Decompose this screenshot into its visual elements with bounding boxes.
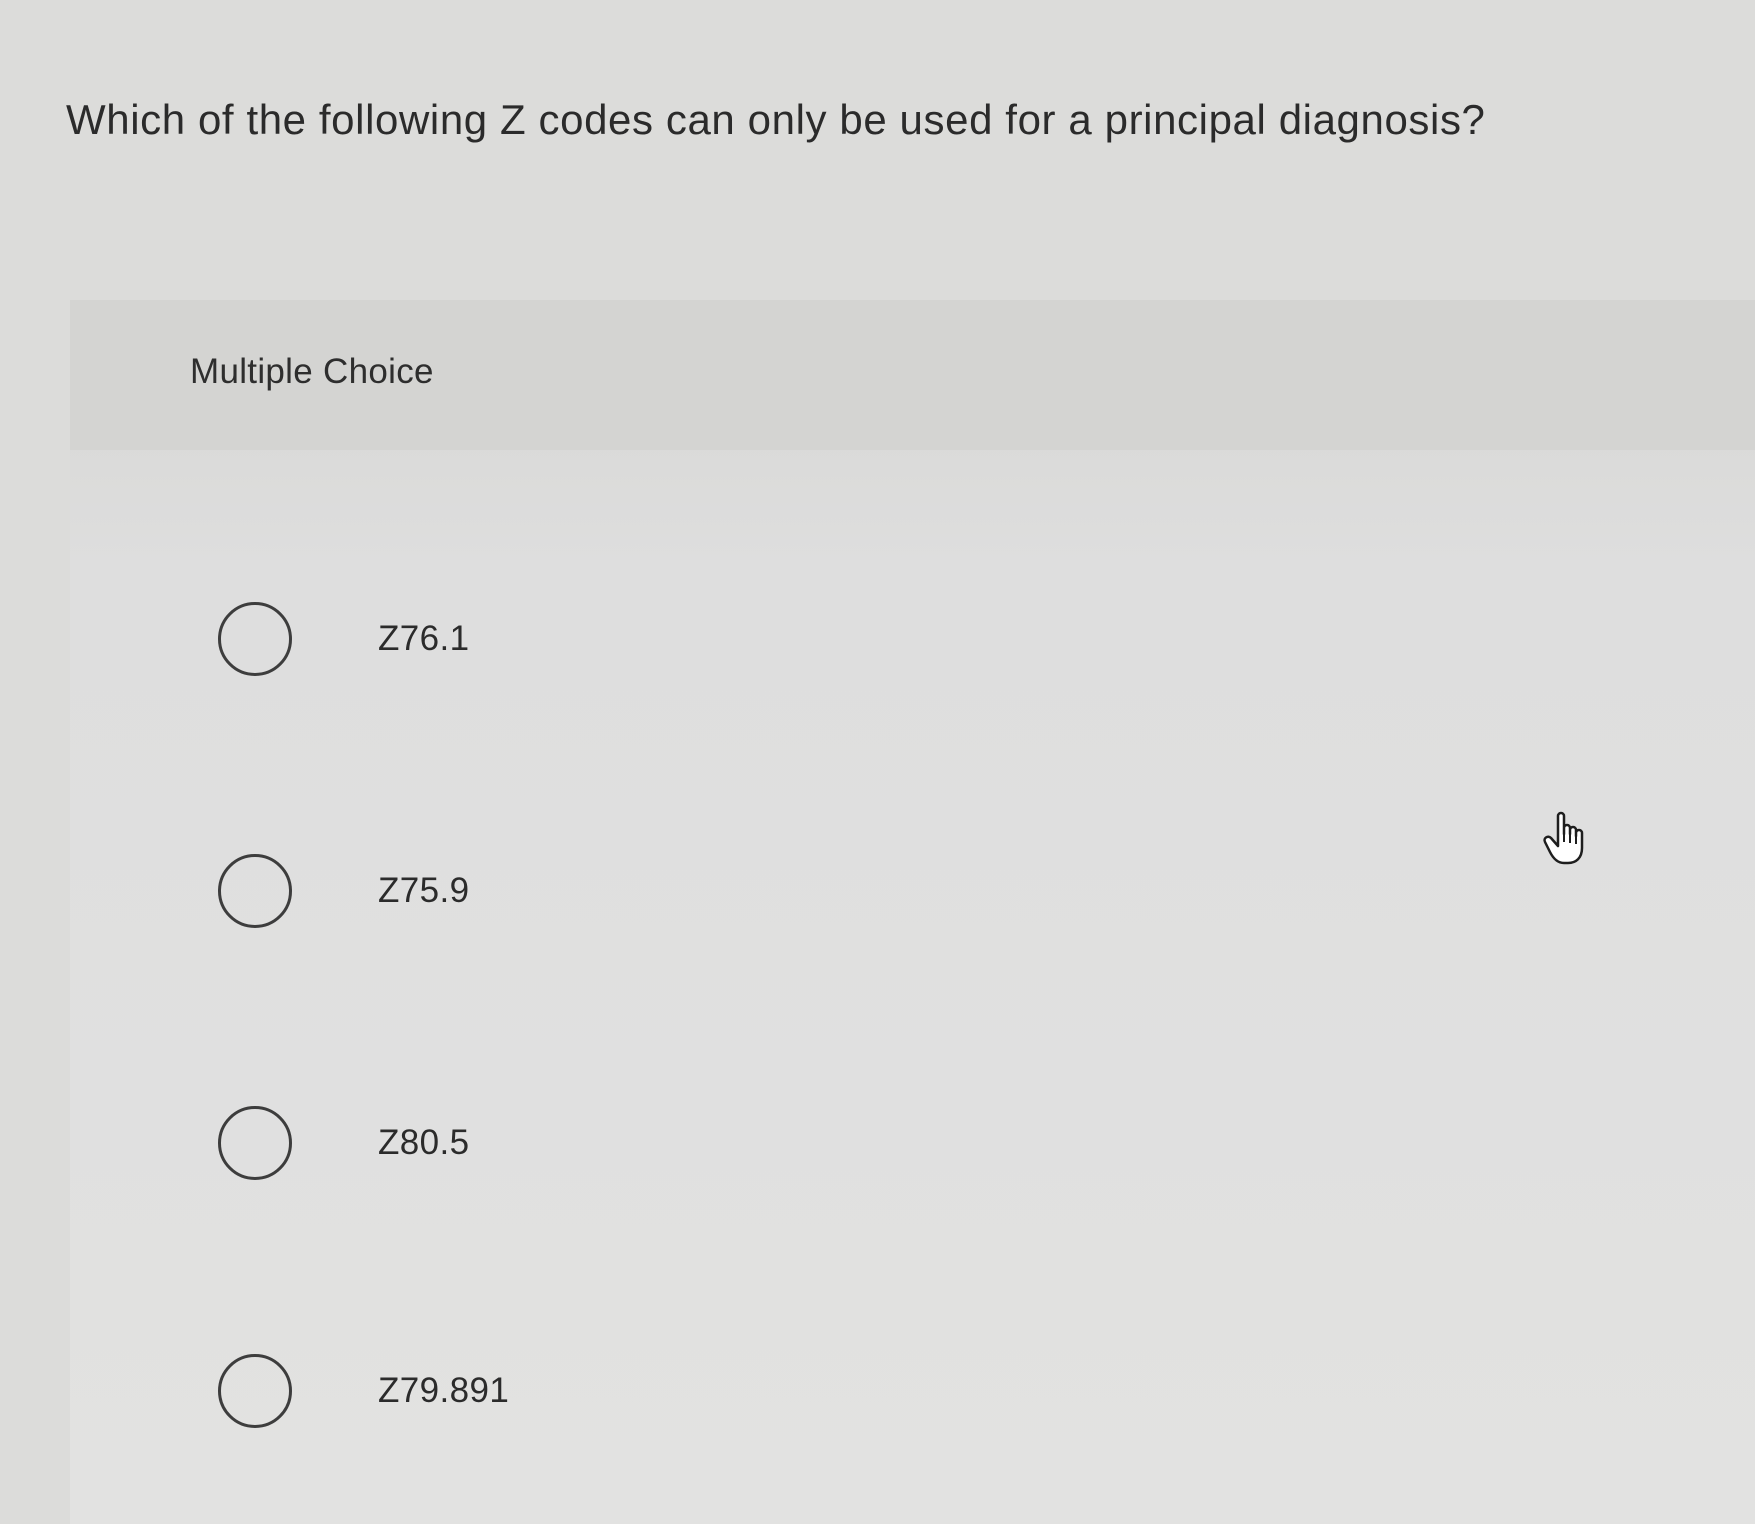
multiple-choice-panel: Multiple Choice Z76.1 Z75.9 Z80.5 Z79.89…: [70, 300, 1755, 1524]
radio-button[interactable]: [218, 854, 292, 928]
answer-options: Z76.1 Z75.9 Z80.5 Z79.891: [70, 300, 1755, 1524]
answer-option[interactable]: Z79.891: [218, 1346, 818, 1436]
answer-option-label: Z79.891: [378, 1371, 510, 1410]
answer-option[interactable]: Z75.9: [218, 846, 818, 936]
radio-button[interactable]: [218, 602, 292, 676]
question-text: Which of the following Z codes can only …: [66, 96, 1486, 143]
answer-option[interactable]: Z76.1: [218, 594, 818, 684]
answer-option[interactable]: Z80.5: [218, 1098, 818, 1188]
radio-button[interactable]: [218, 1106, 292, 1180]
hand-pointer-icon: [1540, 808, 1600, 868]
radio-button[interactable]: [218, 1354, 292, 1428]
answer-option-label: Z80.5: [378, 1123, 470, 1162]
answer-option-label: Z76.1: [378, 619, 470, 658]
answer-option-label: Z75.9: [378, 871, 470, 910]
